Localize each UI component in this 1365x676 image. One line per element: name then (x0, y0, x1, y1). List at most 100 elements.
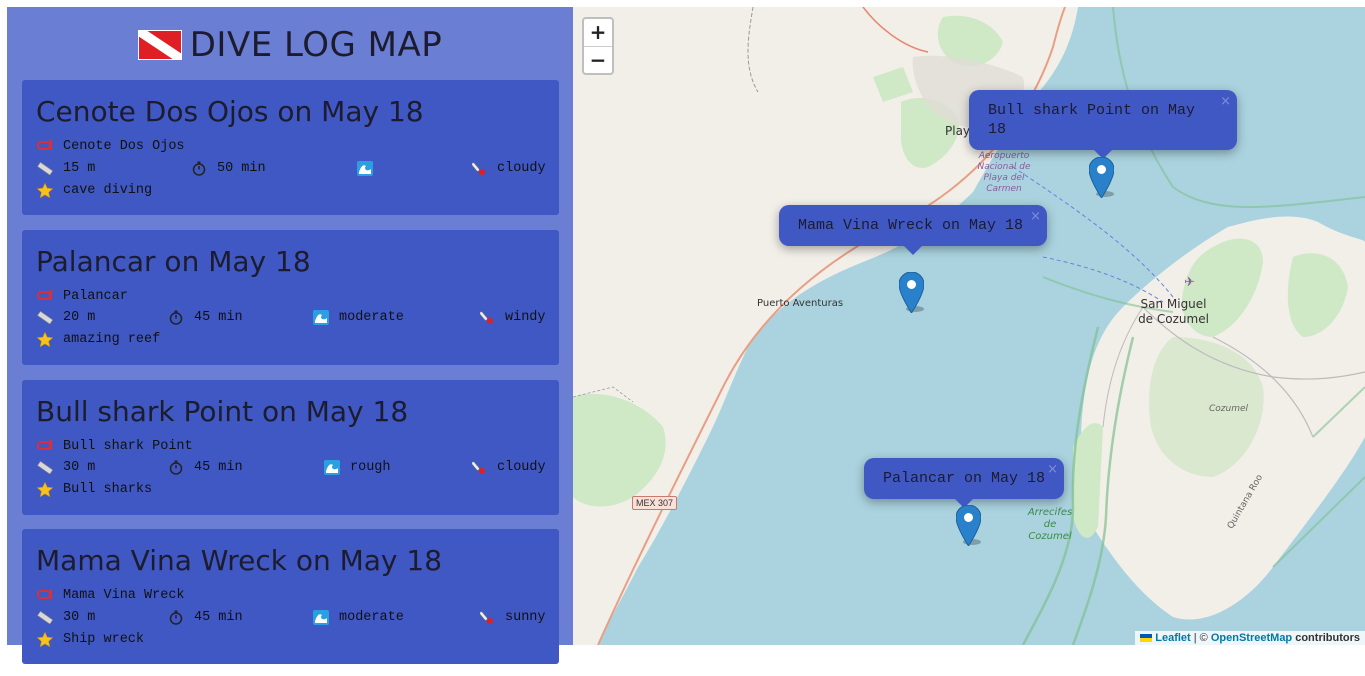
dive-stats-row: 30 m 45 min rough cloudy (36, 459, 546, 479)
dive-card[interactable]: Palancar on May 18 Palancar 20 m 45 min (22, 230, 559, 365)
popup-close-button[interactable]: × (1220, 92, 1231, 111)
dive-highlight-row: amazing reef (36, 331, 545, 351)
thermometer-icon (478, 609, 496, 625)
dive-highlight-row: Bull sharks (36, 481, 545, 501)
dive-depth: 20 m (63, 309, 96, 325)
dive-card[interactable]: Cenote Dos Ojos on May 18 Cenote Dos Ojo… (22, 80, 559, 215)
stopwatch-icon (167, 609, 185, 625)
dive-stats-row: 15 m 50 min cloudy (36, 160, 546, 180)
dive-highlight: cave diving (63, 182, 153, 198)
road-shield-mex-307: MEX 307 (632, 496, 678, 510)
stopwatch-icon (167, 309, 185, 325)
zoom-in-button[interactable]: + (584, 19, 612, 47)
dive-site: Mama Vina Wreck (63, 587, 185, 603)
app-title: DIVE LOG MAP (189, 25, 443, 65)
popup-title: Mama Vina Wreck on May 18 (798, 217, 1024, 234)
dive-weather: cloudy (497, 160, 546, 176)
dive-highlight: Bull sharks (63, 481, 153, 497)
map-marker-icon[interactable] (899, 272, 924, 313)
wave-icon (356, 160, 374, 176)
airport-icon: ✈ (1184, 275, 1195, 290)
thermometer-icon (478, 309, 496, 325)
dive-site-row: Mama Vina Wreck (36, 587, 545, 607)
dive-flag-icon (137, 30, 182, 60)
dive-site: Bull shark Point (63, 438, 193, 454)
dive-weather: cloudy (497, 459, 546, 475)
attribution-separator: | © (1193, 632, 1208, 644)
popup-mama-vina[interactable]: × Mama Vina Wreck on May 18 (779, 205, 1047, 255)
dive-card[interactable]: Bull shark Point on May 18 Bull shark Po… (22, 380, 559, 515)
dive-card[interactable]: Mama Vina Wreck on May 18 Mama Vina Wrec… (22, 529, 559, 664)
map-marker-icon[interactable] (956, 505, 981, 546)
dive-duration: 45 min (194, 459, 243, 475)
zoom-control: + − (582, 17, 614, 75)
dive-highlight: amazing reef (63, 331, 161, 347)
dive-conditions: moderate (339, 609, 404, 625)
popup-title: Bull shark Point on May 18 (988, 102, 1196, 138)
dive-site: Cenote Dos Ojos (63, 138, 185, 154)
leaflet-link[interactable]: Leaflet (1155, 632, 1190, 644)
dive-title: Cenote Dos Ojos on May 18 (36, 95, 424, 128)
dive-highlight: Ship wreck (63, 631, 145, 647)
ruler-icon (36, 459, 54, 475)
dive-conditions: moderate (339, 309, 404, 325)
map-attribution: Leaflet | © OpenStreetMap contributors (1135, 631, 1365, 645)
popup-close-button[interactable]: × (1030, 207, 1041, 226)
diving-mask-icon (36, 138, 54, 154)
thermometer-icon (470, 160, 488, 176)
wave-icon (312, 609, 330, 625)
popup-palancar[interactable]: × Palancar on May 18 (864, 458, 1065, 508)
dive-duration: 45 min (194, 609, 243, 625)
app-header: DIVE LOG MAP (7, 21, 573, 69)
ukraine-flag-icon (1140, 634, 1153, 643)
ruler-icon (36, 160, 54, 176)
map-label-cozumel: Cozumel (1209, 404, 1249, 414)
dive-stats-row: 30 m 45 min moderate sunny (36, 609, 546, 629)
map-label-puerto-aventuras: Puerto Aventuras (757, 298, 844, 309)
dive-highlight-row: Ship wreck (36, 631, 545, 651)
dive-highlight-row: cave diving (36, 182, 545, 202)
map-marker-icon[interactable] (1089, 157, 1114, 198)
dive-duration: 50 min (217, 160, 266, 176)
diving-mask-icon (36, 288, 54, 304)
thermometer-icon (470, 459, 488, 475)
stopwatch-icon (167, 459, 185, 475)
wave-icon (312, 309, 330, 325)
dive-depth: 15 m (63, 160, 96, 176)
dive-log-sidebar: DIVE LOG MAP Cenote Dos Ojos on May 18 C… (7, 7, 573, 664)
dive-depth: 30 m (63, 609, 96, 625)
dive-weather: windy (505, 309, 546, 325)
map-label-airport: Aeropuerto Nacional de Playa del Carmen (977, 151, 1031, 194)
dive-map[interactable]: Playa Aeropuerto Nacional de Playa del C… (573, 7, 1365, 645)
popup-bull-shark[interactable]: × Bull shark Point on May 18 (969, 90, 1237, 159)
dive-stats-row: 20 m 45 min moderate windy (36, 309, 546, 329)
diving-mask-icon (36, 587, 54, 603)
dive-depth: 30 m (63, 459, 96, 475)
dive-site: Palancar (63, 288, 128, 304)
star-icon (36, 182, 54, 198)
wave-icon (323, 459, 341, 475)
osm-link[interactable]: OpenStreetMap (1211, 632, 1292, 644)
zoom-out-button[interactable]: − (584, 47, 612, 74)
diving-mask-icon (36, 438, 54, 454)
attribution-contributors: contributors (1295, 632, 1360, 644)
star-icon (36, 481, 54, 497)
popup-title: Palancar on May 18 (883, 470, 1046, 487)
dive-conditions: rough (350, 459, 391, 475)
dive-site-row: Bull shark Point (36, 438, 545, 458)
dive-weather: sunny (505, 609, 546, 625)
ruler-icon (36, 609, 54, 625)
stopwatch-icon (190, 160, 208, 176)
dive-site-row: Cenote Dos Ojos (36, 138, 545, 158)
ruler-icon (36, 309, 54, 325)
popup-close-button[interactable]: × (1047, 460, 1058, 479)
dive-duration: 45 min (194, 309, 243, 325)
map-label-san-miguel: San Miguel de Cozumel (1138, 297, 1209, 326)
dive-title: Bull shark Point on May 18 (36, 395, 409, 428)
dive-title: Palancar on May 18 (36, 245, 311, 278)
star-icon (36, 631, 54, 647)
dive-title: Mama Vina Wreck on May 18 (36, 544, 443, 577)
map-label-arrecifes: Arrecifes de Cozumel (1027, 507, 1073, 542)
star-icon (36, 331, 54, 347)
dive-site-row: Palancar (36, 288, 545, 308)
